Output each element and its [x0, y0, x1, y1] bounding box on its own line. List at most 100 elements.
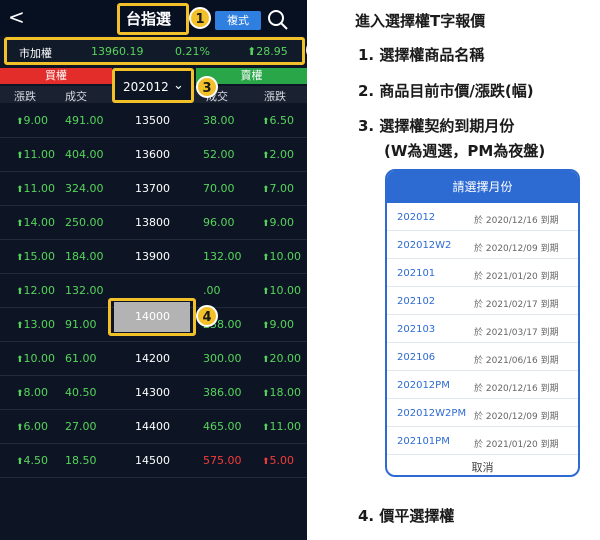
month-selector-value[interactable]: 202012: [123, 80, 169, 94]
call-volume: 132.00: [65, 284, 104, 297]
picker-option[interactable]: 202106 於 2021/06/16 到期: [387, 343, 578, 371]
strike-price: 13800: [135, 216, 170, 229]
search-icon[interactable]: [267, 9, 289, 31]
option-row[interactable]: ⬆15.00 184.00 13900 132.00 ⬆10.00: [0, 240, 307, 274]
call-change: ⬆14.00: [16, 216, 56, 229]
explanation-title: 進入選擇權T字報價: [355, 12, 486, 30]
put-change: ⬆6.50: [262, 114, 295, 127]
option-row[interactable]: ⬆11.00 324.00 13700 70.00 ⬆7.00: [0, 172, 307, 206]
strike-price: 14500: [135, 454, 170, 467]
put-volume: 132.00: [203, 250, 242, 263]
call-volume: 324.00: [65, 182, 104, 195]
option-code: 202012PM: [397, 380, 450, 391]
up-arrow-icon: ⬆: [16, 321, 24, 331]
picker-option[interactable]: 202012 於 2020/12/16 到期: [387, 203, 578, 231]
option-expiry: 於 2021/01/20 到期: [474, 440, 559, 450]
up-arrow-icon: ⬆: [262, 287, 270, 297]
call-volume: 40.50: [65, 386, 97, 399]
back-icon[interactable]: <: [8, 6, 25, 28]
option-expiry: 於 2020/12/09 到期: [474, 244, 559, 254]
call-change: ⬆11.00: [16, 148, 56, 161]
strike-price: 13700: [135, 182, 170, 195]
up-arrow-icon: ⬆: [16, 389, 24, 399]
call-volume: 27.00: [65, 420, 97, 433]
up-arrow-icon: ⬆: [262, 423, 270, 433]
badge-3: 3: [196, 76, 218, 98]
put-change: ⬆2.00: [262, 148, 295, 161]
option-row[interactable]: ⬆6.00 27.00 14400 465.00 ⬆11.00: [0, 410, 307, 444]
option-expiry: 於 2020/12/16 到期: [474, 216, 559, 226]
picker-option[interactable]: 202103 於 2021/03/17 到期: [387, 315, 578, 343]
strike-price: 13900: [135, 250, 170, 263]
option-code: 202103: [397, 324, 436, 335]
picker-option[interactable]: 202012PM 於 2020/12/16 到期: [387, 371, 578, 399]
option-code: 202106: [397, 352, 436, 363]
option-row[interactable]: ⬆8.00 40.50 14300 386.00 ⬆18.00: [0, 376, 307, 410]
option-expiry: 於 2021/02/17 到期: [474, 300, 559, 310]
call-change: ⬆10.00: [16, 352, 56, 365]
put-volume: 96.00: [203, 216, 235, 229]
call-volume: 250.00: [65, 216, 104, 229]
picker-title: 請選擇月份: [387, 171, 578, 203]
option-code: 202012W2PM: [397, 408, 467, 419]
option-code: 202012W2: [397, 240, 452, 251]
picker-option[interactable]: 202012W2 於 2020/12/09 到期: [387, 231, 578, 259]
up-arrow-icon: ⬆: [262, 321, 270, 331]
option-row[interactable]: ⬆9.00 491.00 13500 38.00 ⬆6.50: [0, 104, 307, 138]
up-arrow-icon: ⬆: [247, 45, 257, 58]
option-row[interactable]: ⬆4.50 18.50 14500 575.00 ⬆5.00: [0, 444, 307, 478]
up-arrow-icon: ⬆: [262, 117, 270, 127]
call-volume: 184.00: [65, 250, 104, 263]
put-volume: 465.00: [203, 420, 242, 433]
picker-cancel-button[interactable]: 取消: [387, 455, 578, 475]
up-arrow-icon: ⬆: [262, 355, 270, 365]
combo-mode-button[interactable]: 複式: [215, 11, 261, 30]
up-arrow-icon: ⬆: [262, 457, 270, 467]
call-change: ⬆4.50: [16, 454, 49, 467]
chevron-down-icon[interactable]: ⌄: [173, 78, 184, 93]
up-arrow-icon: ⬆: [16, 185, 24, 195]
badge-4: 4: [196, 305, 218, 327]
call-volume: 404.00: [65, 148, 104, 161]
put-change: ⬆9.00: [262, 216, 295, 229]
badge-2: 2: [306, 39, 307, 61]
header-change-put: 漲跌: [264, 90, 286, 103]
page-title[interactable]: 台指選: [126, 8, 171, 29]
up-arrow-icon: ⬆: [262, 253, 270, 263]
picker-option[interactable]: 202102 於 2021/02/17 到期: [387, 287, 578, 315]
option-code: 202102: [397, 296, 436, 307]
badge-1: 1: [189, 7, 211, 29]
strike-price: 14300: [135, 386, 170, 399]
call-volume: 61.00: [65, 352, 97, 365]
explanation-item-1: 1. 選擇權商品名稱: [358, 46, 485, 64]
call-change: ⬆8.00: [16, 386, 49, 399]
option-expiry: 於 2020/12/09 到期: [474, 412, 559, 422]
put-volume: 575.00: [203, 454, 242, 467]
call-volume: 91.00: [65, 318, 97, 331]
put-change: ⬆11.00: [262, 420, 302, 433]
put-change: ⬆20.00: [262, 352, 302, 365]
put-volume: 70.00: [203, 182, 235, 195]
picker-option[interactable]: 202012W2PM 於 2020/12/09 到期: [387, 399, 578, 427]
option-code: 202101: [397, 268, 436, 279]
put-volume: 52.00: [203, 148, 235, 161]
put-change: ⬆7.00: [262, 182, 295, 195]
strike-price: 13500: [135, 114, 170, 127]
option-row[interactable]: ⬆14.00 250.00 13800 96.00 ⬆9.00: [0, 206, 307, 240]
up-arrow-icon: ⬆: [16, 287, 24, 297]
option-expiry: 於 2021/06/16 到期: [474, 356, 559, 366]
option-row[interactable]: ⬆10.00 61.00 14200 300.00 ⬆20.00: [0, 342, 307, 376]
market-change: ⬆28.95: [247, 45, 288, 58]
strike-price: 14200: [135, 352, 170, 365]
picker-option[interactable]: 202101PM 於 2021/01/20 到期: [387, 427, 578, 455]
up-arrow-icon: ⬆: [16, 355, 24, 365]
call-change: ⬆9.00: [16, 114, 49, 127]
put-change: ⬆18.00: [262, 386, 302, 399]
call-change: ⬆11.00: [16, 182, 56, 195]
atm-strike[interactable]: 14000: [135, 310, 170, 323]
explanation-item-3-note: (W為週選，PM為夜盤): [384, 142, 546, 160]
strike-price: 14400: [135, 420, 170, 433]
option-row[interactable]: ⬆11.00 404.00 13600 52.00 ⬆2.00: [0, 138, 307, 172]
picker-option[interactable]: 202101 於 2021/01/20 到期: [387, 259, 578, 287]
market-price: 13960.19: [91, 45, 144, 58]
